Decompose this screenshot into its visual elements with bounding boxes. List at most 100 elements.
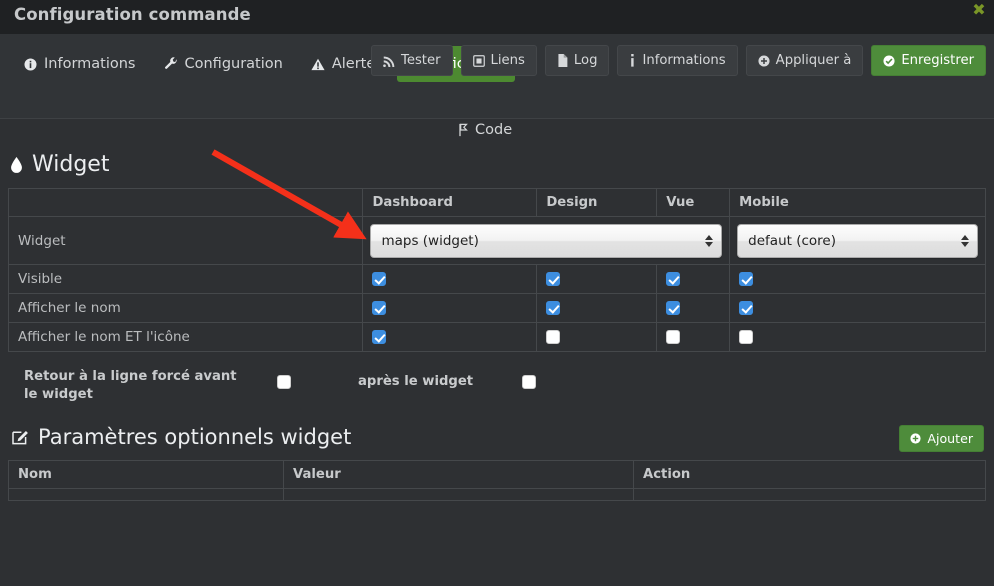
table-row: Afficher le nom (7, 293, 986, 323)
cell-valeur (283, 488, 634, 501)
wrench-icon (164, 57, 178, 71)
visible-dashboard-cell (362, 264, 538, 294)
code-label: Code (475, 122, 513, 138)
params-table-body (8, 488, 986, 501)
table-row-empty (8, 488, 986, 501)
plus-circle-icon (758, 54, 770, 67)
visible-mobile-checkbox[interactable] (739, 272, 754, 286)
params-table: Nom Valeur Action (8, 460, 986, 501)
visible-design-checkbox[interactable] (546, 272, 561, 286)
ajouter-label: Ajouter (927, 431, 973, 446)
button-label: Log (573, 53, 598, 68)
visible-design-cell (536, 264, 658, 294)
visible-vue-checkbox[interactable] (666, 272, 681, 286)
tab-configuration[interactable]: Configuration (150, 46, 297, 82)
afficher-nom-icone-vue-checkbox[interactable] (666, 330, 681, 344)
informations-button[interactable]: Informations (617, 45, 738, 76)
afficher-nom-icone-mobile-checkbox[interactable] (739, 330, 754, 344)
dashboard-widget-select-cell: maps (widget) (362, 216, 731, 265)
afficher-nom-icone-design-checkbox[interactable] (546, 330, 561, 344)
check-circle-icon (883, 54, 895, 67)
nom-mobile-cell (729, 293, 986, 323)
row-label-afficher-le-nom: Afficher le nom (7, 293, 364, 323)
warning-triangle-icon (311, 58, 325, 71)
appliquer-a-button[interactable]: Appliquer à (745, 45, 864, 76)
nom-vue-cell (656, 293, 731, 323)
visible-dashboard-checkbox[interactable] (372, 272, 387, 286)
widget-table: Dashboard Design Vue Mobile Widget maps … (7, 188, 986, 352)
mobile-widget-select-cell: defaut (core) (729, 216, 986, 265)
enregistrer-button[interactable]: Enregistrer (871, 45, 986, 76)
page-title: Configuration commande (14, 5, 251, 24)
chevron-updown-icon (961, 234, 969, 247)
mobile-widget-select-value: defaut (core) (748, 232, 836, 249)
tab-label: Informations (44, 56, 136, 72)
column-header-dashboard: Dashboard (362, 188, 538, 217)
droplet-icon (10, 156, 23, 174)
params-table-header-row: Nom Valeur Action (8, 460, 986, 489)
nomicone-design-cell (536, 322, 658, 352)
afficher-nom-mobile-checkbox[interactable] (739, 301, 754, 315)
close-icon[interactable]: ✖ (970, 1, 988, 19)
dashboard-widget-select[interactable]: maps (widget) (370, 223, 723, 258)
log-button[interactable]: Log (544, 45, 610, 76)
cell-action (633, 488, 986, 501)
chevron-updown-icon (705, 234, 714, 247)
tab-informations[interactable]: Informations (10, 46, 150, 82)
params-section-title: Paramètres optionnels widget (12, 425, 351, 449)
afficher-nom-icone-dashboard-checkbox[interactable] (372, 330, 387, 344)
table-row: Afficher le nom ET l'icône (7, 322, 986, 352)
cell-nom (8, 488, 284, 501)
info-circle-icon (24, 57, 37, 71)
tester-button[interactable]: Tester (371, 45, 453, 76)
column-header-valeur: Valeur (283, 460, 634, 489)
plus-circle-icon (910, 433, 921, 444)
widget-section-title: Widget (10, 152, 109, 177)
mobile-widget-select[interactable]: defaut (core) (737, 223, 978, 258)
button-label: Tester (401, 53, 441, 68)
widget-select-row: Widget maps (widget) defaut (core) (7, 216, 986, 265)
info-icon (629, 54, 636, 67)
row-label-afficher-nom-et-icone: Afficher le nom ET l'icône (7, 322, 364, 352)
link-box-icon (472, 54, 485, 67)
visible-mobile-cell (729, 264, 986, 294)
line-break-after-checkbox[interactable] (522, 375, 536, 389)
tab-bar: Informations Configuration Alertes Affic… (0, 34, 994, 138)
column-header-mobile: Mobile (729, 188, 986, 217)
nom-dashboard-cell (362, 293, 538, 323)
visible-vue-cell (656, 264, 731, 294)
code-link[interactable]: Code (458, 122, 512, 138)
afficher-nom-dashboard-checkbox[interactable] (372, 301, 387, 315)
button-label: Liens (490, 53, 525, 68)
widget-table-header-row: Dashboard Design Vue Mobile (7, 188, 986, 217)
column-header-nom: Nom (8, 460, 284, 489)
afficher-nom-design-checkbox[interactable] (546, 301, 561, 315)
row-label-visible: Visible (7, 264, 364, 294)
params-title-label: Paramètres optionnels widget (38, 425, 352, 449)
button-label: Appliquer à (775, 53, 852, 68)
window-titlebar: Configuration commande ✖ (0, 0, 994, 34)
dashboard-widget-select-value: maps (widget) (381, 232, 479, 249)
nom-design-cell (536, 293, 658, 323)
column-header-blank (7, 188, 364, 217)
tab-label: Configuration (184, 56, 283, 72)
nomicone-dashboard-cell (362, 322, 538, 352)
column-header-vue: Vue (656, 188, 731, 217)
line-break-before-checkbox[interactable] (277, 375, 291, 389)
line-break-after-label: après le widget (358, 374, 474, 389)
column-header-design: Design (536, 188, 658, 217)
ajouter-button[interactable]: Ajouter (899, 425, 984, 452)
edit-square-icon (12, 429, 29, 445)
widget-title-label: Widget (32, 152, 110, 177)
code-branch-icon (458, 123, 469, 137)
configuration-commande-window: Configuration commande ✖ Informations Co… (0, 0, 994, 586)
button-label: Enregistrer (901, 53, 974, 68)
file-icon (557, 54, 568, 67)
afficher-nom-vue-checkbox[interactable] (666, 301, 681, 315)
row-label-widget: Widget (7, 216, 364, 265)
column-header-action: Action (633, 460, 986, 489)
nomicone-mobile-cell (729, 322, 986, 352)
liens-button[interactable]: Liens (460, 45, 537, 76)
nomicone-vue-cell (656, 322, 731, 352)
line-break-before-label: Retour à la ligne forcé avant le widget (24, 369, 237, 402)
